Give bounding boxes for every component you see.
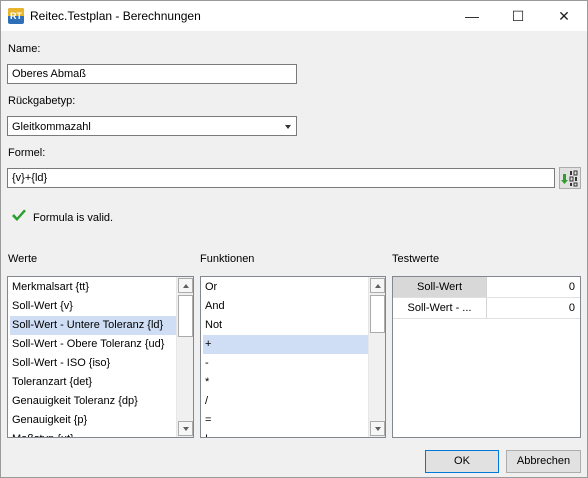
funktionen-scrollbar[interactable] <box>368 277 385 437</box>
return-type-select[interactable]: Gleitkommazahl <box>7 116 297 136</box>
dialog-window: RT Reitec.Testplan - Berechnungen — ☐ ✕ … <box>0 0 588 478</box>
funktionen-list[interactable]: Or And Not + - * / = ! <box>200 276 386 438</box>
list-item[interactable]: Maßstyp {ut} <box>10 430 174 437</box>
checkmark-icon <box>12 209 26 221</box>
list-item[interactable]: And <box>203 297 366 316</box>
table-row[interactable]: Soll-Wert - ... 0 <box>393 298 580 319</box>
formula-label: Formel: <box>8 147 46 159</box>
testwerte-label: Testwerte <box>392 253 440 265</box>
title-bar[interactable]: RT Reitec.Testplan - Berechnungen — ☐ ✕ <box>1 1 587 31</box>
validation-message: Formula is valid. <box>33 212 114 224</box>
list-item[interactable]: Soll-Wert - Obere Toleranz {ud} <box>10 335 174 354</box>
list-item[interactable]: - <box>203 354 366 373</box>
cancel-button[interactable]: Abbrechen <box>506 450 581 473</box>
list-item[interactable]: ! <box>203 430 366 437</box>
testwerte-grid[interactable]: Soll-Wert 0 Soll-Wert - ... 0 <box>392 276 581 438</box>
list-item[interactable]: Or <box>203 278 366 297</box>
list-item-selected[interactable]: Soll-Wert - Untere Toleranz {ld} <box>10 316 176 335</box>
window-title: Reitec.Testplan - Berechnungen <box>30 9 201 23</box>
scroll-thumb[interactable] <box>178 295 193 337</box>
formula-input[interactable]: {v}+{ld} <box>7 168 555 188</box>
list-item-selected[interactable]: + <box>203 335 368 354</box>
list-item[interactable]: Genauigkeit Toleranz {dp} <box>10 392 174 411</box>
app-icon: RT <box>8 8 24 24</box>
list-item[interactable]: / <box>203 392 366 411</box>
maximize-icon[interactable]: ☐ <box>495 1 541 31</box>
minimize-icon[interactable]: — <box>449 1 495 31</box>
close-icon[interactable]: ✕ <box>541 1 587 31</box>
list-item[interactable]: Soll-Wert - ISO {iso} <box>10 354 174 373</box>
scroll-down-icon[interactable] <box>178 421 193 436</box>
ok-button[interactable]: OK <box>425 450 499 473</box>
scroll-thumb[interactable] <box>370 295 385 333</box>
werte-label: Werte <box>8 253 38 265</box>
testwerte-name-cell: Soll-Wert - ... <box>393 298 487 318</box>
list-item[interactable]: Soll-Wert {v} <box>10 297 174 316</box>
funktionen-label: Funktionen <box>200 253 255 265</box>
list-item[interactable]: Merkmalsart {tt} <box>10 278 174 297</box>
list-item[interactable]: Not <box>203 316 366 335</box>
list-item[interactable]: Genauigkeit {p} <box>10 411 174 430</box>
formula-evaluate-icon <box>561 170 578 187</box>
list-item[interactable]: Toleranzart {det} <box>10 373 174 392</box>
table-row[interactable]: Soll-Wert 0 <box>393 277 580 298</box>
testwerte-value-cell[interactable]: 0 <box>488 298 578 318</box>
return-type-value: Gleitkommazahl <box>12 121 91 133</box>
list-item[interactable]: * <box>203 373 366 392</box>
werte-list[interactable]: Merkmalsart {tt} Soll-Wert {v} Soll-Wert… <box>7 276 194 438</box>
name-label: Name: <box>8 43 41 55</box>
werte-scrollbar[interactable] <box>176 277 193 437</box>
scroll-up-icon[interactable] <box>370 278 385 293</box>
list-item[interactable]: = <box>203 411 366 430</box>
return-type-label: Rückgabetyp: <box>8 95 76 107</box>
scroll-up-icon[interactable] <box>178 278 193 293</box>
name-input[interactable]: Oberes Abmaß <box>7 64 297 84</box>
scroll-down-icon[interactable] <box>370 421 385 436</box>
testwerte-name-cell: Soll-Wert <box>393 277 487 297</box>
testwerte-value-cell[interactable]: 0 <box>488 277 578 297</box>
formula-evaluate-button[interactable] <box>559 167 581 189</box>
chevron-down-icon <box>285 125 291 129</box>
